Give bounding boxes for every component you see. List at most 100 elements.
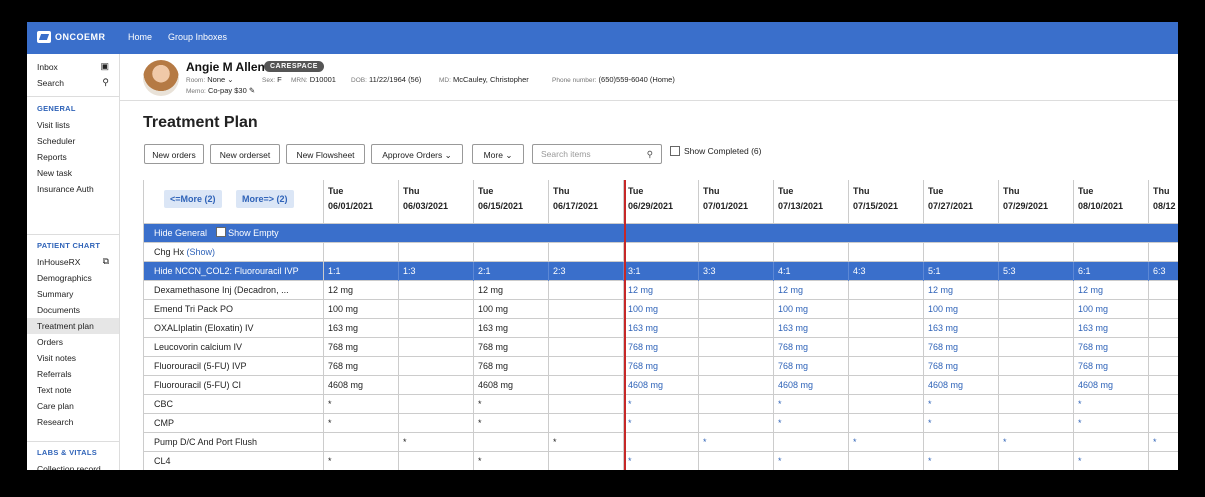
pencil-icon[interactable]: ✎: [249, 86, 255, 95]
grid-cell[interactable]: [849, 319, 924, 338]
grid-cell[interactable]: [924, 433, 999, 452]
grid-cell[interactable]: 100 mg: [324, 300, 399, 319]
date-column-header[interactable]: Tue 07/27/2021: [924, 180, 999, 224]
date-column-header[interactable]: Tue 06/29/2021: [624, 180, 699, 224]
grid-cell[interactable]: 768 mg: [774, 357, 849, 376]
grid-cell[interactable]: *: [624, 395, 699, 414]
grid-cell[interactable]: [624, 243, 699, 262]
approve-orders-button[interactable]: Approve Orders ⌄: [371, 144, 463, 164]
checkbox[interactable]: [670, 146, 680, 156]
grid-cell[interactable]: [699, 300, 774, 319]
grid-cell[interactable]: [549, 395, 624, 414]
chevron-down-icon[interactable]: ⌄: [227, 75, 233, 84]
date-column-header[interactable]: Thu 07/01/2021: [699, 180, 774, 224]
show-empty-checkbox[interactable]: [215, 227, 226, 237]
grid-cell[interactable]: *: [624, 452, 699, 470]
grid-cell[interactable]: 163 mg: [924, 319, 999, 338]
grid-cell[interactable]: 12 mg: [324, 281, 399, 300]
hide-regimen-link[interactable]: Hide: [154, 266, 173, 276]
grid-cell[interactable]: [549, 243, 624, 262]
order-name[interactable]: Pump D/C And Port Flush: [144, 433, 324, 452]
chg-hx-show-link[interactable]: (Show): [187, 247, 216, 257]
grid-cell[interactable]: *: [774, 414, 849, 433]
sidebar-item-inbox[interactable]: Inbox: [37, 60, 58, 74]
grid-cell[interactable]: 163 mg: [324, 319, 399, 338]
grid-cell[interactable]: [549, 452, 624, 470]
grid-cell[interactable]: [999, 281, 1074, 300]
grid-cell[interactable]: 12 mg: [1074, 281, 1149, 300]
grid-cell[interactable]: [924, 243, 999, 262]
sidebar-item-text-note[interactable]: Text note: [37, 383, 72, 397]
sidebar-item-collection-record[interactable]: Collection record: [37, 462, 101, 470]
grid-cell[interactable]: [399, 243, 474, 262]
grid-cell[interactable]: [849, 243, 924, 262]
grid-cell[interactable]: [999, 338, 1074, 357]
date-column-header[interactable]: Thu 06/03/2021: [399, 180, 474, 224]
grid-cell[interactable]: [399, 338, 474, 357]
sidebar-item-research[interactable]: Research: [37, 415, 73, 429]
more-button[interactable]: More ⌄: [472, 144, 524, 164]
sidebar-item-care-plan[interactable]: Care plan: [37, 399, 74, 413]
search-input[interactable]: Search items ⚲: [532, 144, 662, 164]
grid-cell[interactable]: [399, 414, 474, 433]
order-name[interactable]: Emend Tri Pack PO: [144, 300, 324, 319]
grid-cell[interactable]: 2:1: [474, 262, 549, 281]
grid-cell[interactable]: [849, 357, 924, 376]
grid-cell[interactable]: 3:3: [699, 262, 774, 281]
grid-cell[interactable]: [549, 281, 624, 300]
order-name[interactable]: Dexamethasone Inj (Decadron, ...: [144, 281, 324, 300]
grid-cell[interactable]: 768 mg: [924, 357, 999, 376]
grid-cell[interactable]: *: [474, 452, 549, 470]
grid-cell[interactable]: [474, 433, 549, 452]
grid-cell[interactable]: [999, 414, 1074, 433]
sidebar-item-reports[interactable]: Reports: [37, 150, 67, 164]
grid-cell[interactable]: 4608 mg: [324, 376, 399, 395]
sidebar-item-visit-lists[interactable]: Visit lists: [37, 118, 70, 132]
grid-cell[interactable]: [849, 376, 924, 395]
grid-cell[interactable]: *: [324, 414, 399, 433]
grid-cell[interactable]: 4:3: [849, 262, 924, 281]
date-column-header[interactable]: Tue 06/01/2021: [324, 180, 399, 224]
grid-cell[interactable]: [474, 243, 549, 262]
sidebar-item-scheduler[interactable]: Scheduler: [37, 134, 75, 148]
grid-cell[interactable]: *: [999, 433, 1074, 452]
grid-cell[interactable]: [699, 414, 774, 433]
patient-name[interactable]: Angie M Allen: [186, 60, 265, 74]
grid-cell[interactable]: *: [774, 452, 849, 470]
sidebar-item-insurance-auth[interactable]: Insurance Auth: [37, 182, 94, 196]
grid-cell[interactable]: [324, 243, 399, 262]
grid-cell[interactable]: [549, 414, 624, 433]
sidebar-item-visit-notes[interactable]: Visit notes: [37, 351, 76, 365]
sidebar-item-new-task[interactable]: New task: [37, 166, 72, 180]
order-name[interactable]: OXALIplatin (Eloxatin) IV: [144, 319, 324, 338]
sidebar-item-documents[interactable]: Documents: [37, 303, 80, 317]
grid-cell[interactable]: 768 mg: [624, 338, 699, 357]
grid-cell[interactable]: [549, 357, 624, 376]
grid-cell[interactable]: [1074, 433, 1149, 452]
hide-general-link[interactable]: Hide: [154, 228, 173, 238]
grid-cell[interactable]: 2:3: [549, 262, 624, 281]
grid-cell[interactable]: [699, 281, 774, 300]
grid-cell[interactable]: *: [474, 414, 549, 433]
grid-cell[interactable]: 12 mg: [774, 281, 849, 300]
grid-cell[interactable]: [324, 433, 399, 452]
nav-home[interactable]: Home: [128, 32, 152, 42]
grid-cell[interactable]: [549, 376, 624, 395]
grid-cell[interactable]: [699, 395, 774, 414]
grid-cell[interactable]: [1149, 338, 1178, 357]
date-column-header[interactable]: Thu 06/17/2021: [549, 180, 624, 224]
order-name[interactable]: Fluorouracil (5-FU) CI: [144, 376, 324, 395]
grid-cell[interactable]: [999, 300, 1074, 319]
grid-cell[interactable]: [399, 281, 474, 300]
grid-cell[interactable]: [399, 376, 474, 395]
grid-cell[interactable]: 163 mg: [474, 319, 549, 338]
grid-cell[interactable]: 768 mg: [624, 357, 699, 376]
order-name[interactable]: Leucovorin calcium IV: [144, 338, 324, 357]
date-column-header[interactable]: Thu 07/15/2021: [849, 180, 924, 224]
grid-cell[interactable]: [849, 300, 924, 319]
order-name[interactable]: CBC: [144, 395, 324, 414]
grid-cell[interactable]: [849, 414, 924, 433]
grid-cell[interactable]: 6:3: [1149, 262, 1178, 281]
sidebar-item-inhouserx[interactable]: InHouseRX: [37, 255, 80, 269]
grid-cell[interactable]: [849, 338, 924, 357]
